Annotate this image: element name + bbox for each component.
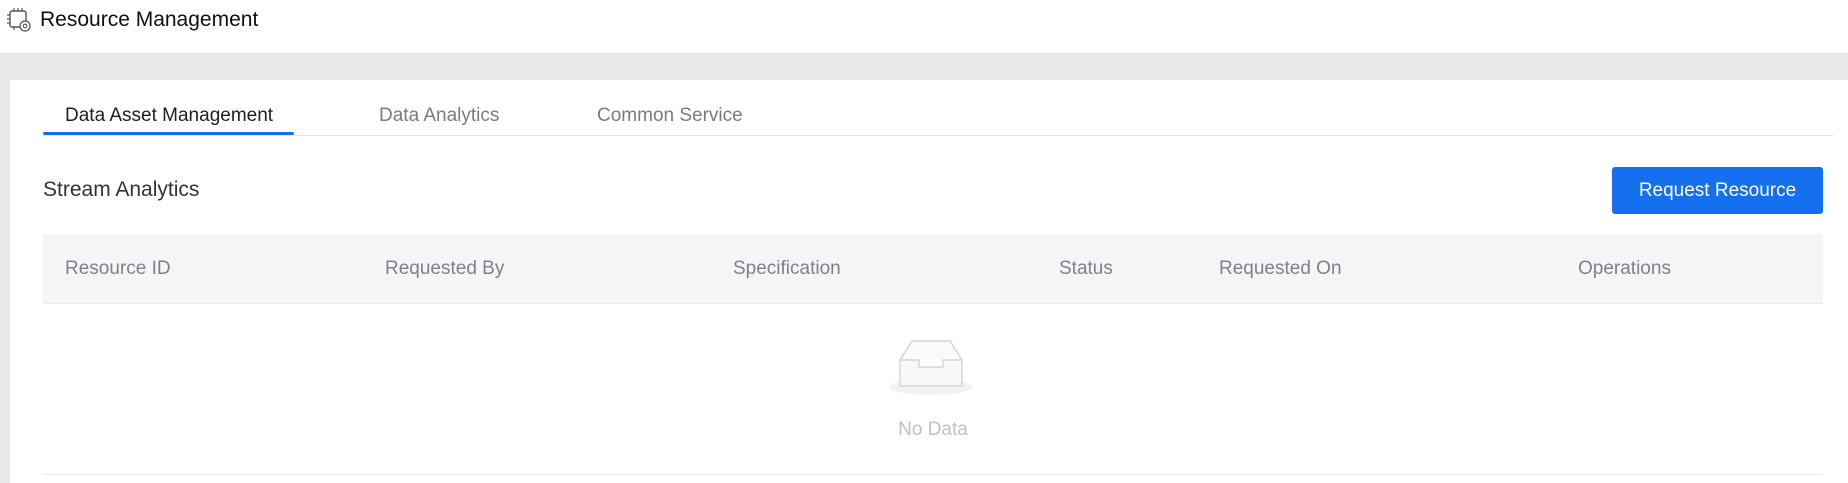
top-bar: Resource Management [0, 0, 1848, 53]
column-header-status[interactable]: Status [1059, 257, 1113, 281]
empty-state-text: No Data [898, 419, 968, 440]
section-title: Stream Analytics [43, 178, 200, 201]
table-header: Resource ID Requested By Specification S… [43, 234, 1823, 304]
tab-data-asset-management[interactable]: Data Asset Management [65, 104, 273, 128]
table-body: No Data [43, 304, 1823, 475]
tab-bar: Data Asset Management Data Analytics Com… [43, 80, 1833, 136]
tab-common-service[interactable]: Common Service [597, 104, 743, 128]
resource-table: Resource ID Requested By Specification S… [43, 234, 1823, 475]
resource-chip-icon [7, 8, 31, 32]
content-panel: Data Asset Management Data Analytics Com… [10, 80, 1848, 483]
page-title: Resource Management [40, 8, 259, 31]
column-header-requested-on[interactable]: Requested On [1219, 257, 1342, 281]
request-resource-button[interactable]: Request Resource [1612, 167, 1823, 214]
column-header-specification[interactable]: Specification [733, 257, 841, 281]
column-header-requested-by[interactable]: Requested By [385, 257, 504, 281]
active-tab-indicator [43, 132, 294, 135]
column-header-operations: Operations [1578, 258, 1671, 279]
column-header-resource-id[interactable]: Resource ID [65, 257, 171, 281]
empty-inbox-icon [889, 340, 973, 395]
tab-data-analytics[interactable]: Data Analytics [379, 104, 499, 128]
